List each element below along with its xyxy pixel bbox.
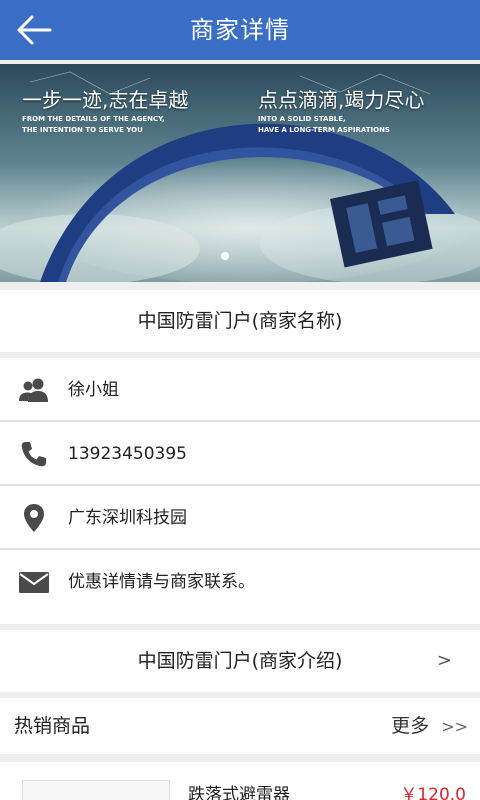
page-title: 商家详情	[190, 16, 290, 44]
more-label: 更多	[391, 715, 430, 737]
app-header: 商家详情	[0, 0, 480, 60]
hot-products-title: 热销商品	[14, 715, 91, 737]
banner-subtitle-left-2: THE INTENTION TO SERVE YOU	[22, 126, 143, 134]
address-row[interactable]: 广东深圳科技园	[0, 486, 480, 550]
product-price: ￥120.0	[400, 785, 466, 800]
banner-subtitle-right-1: INTO A SOLID STABLE,	[258, 115, 346, 123]
contacts-icon	[19, 378, 48, 402]
banner-carousel[interactable]: 一步一迹,志在卓越 FROM THE DETAILS OF THE AGENCY…	[0, 64, 480, 282]
shop-intro-link[interactable]: 中国防雷门户(商家介绍) >	[0, 630, 480, 692]
double-chevron-right-icon: >>	[441, 717, 468, 736]
banner-slogan-right: 点点滴滴,竭力尽心	[258, 88, 425, 112]
banner-slogan-left: 一步一迹,志在卓越	[22, 88, 189, 112]
shop-name: 中国防雷门户(商家名称)	[0, 290, 480, 352]
promo-note: 优惠详情请与商家联系。	[68, 572, 255, 592]
contact-row: 徐小姐	[0, 358, 480, 422]
phone-row[interactable]: 13923450395	[0, 422, 480, 486]
shop-info-list: 徐小姐 13923450395 广东深圳科技园 优惠详情请与商家联系。	[0, 358, 480, 624]
address-text: 广东深圳科技园	[68, 508, 187, 528]
note-row: 优惠详情请与商家联系。	[0, 550, 480, 614]
banner-subtitle-right-2: HAVE A LONG-TERM ASPIRATIONS	[258, 126, 390, 134]
banner-subtitle-left-1: FROM THE DETAILS OF THE AGENCY,	[22, 115, 165, 123]
product-item[interactable]: 跌落式避雷器 ￥120.0	[0, 762, 480, 800]
more-button[interactable]: 更多 >>	[391, 698, 468, 755]
phone-number[interactable]: 13923450395	[68, 422, 187, 486]
mail-icon	[19, 572, 49, 593]
chevron-right-icon: >	[436, 650, 452, 671]
phone-icon	[21, 442, 46, 467]
contact-name: 徐小姐	[68, 380, 119, 400]
shop-intro-label: 中国防雷门户(商家介绍)	[137, 650, 343, 672]
location-pin-icon	[24, 504, 44, 532]
product-name: 跌落式避雷器	[188, 785, 290, 800]
product-thumbnail	[22, 780, 170, 800]
hot-products-header: 热销商品 更多 >>	[0, 698, 480, 754]
